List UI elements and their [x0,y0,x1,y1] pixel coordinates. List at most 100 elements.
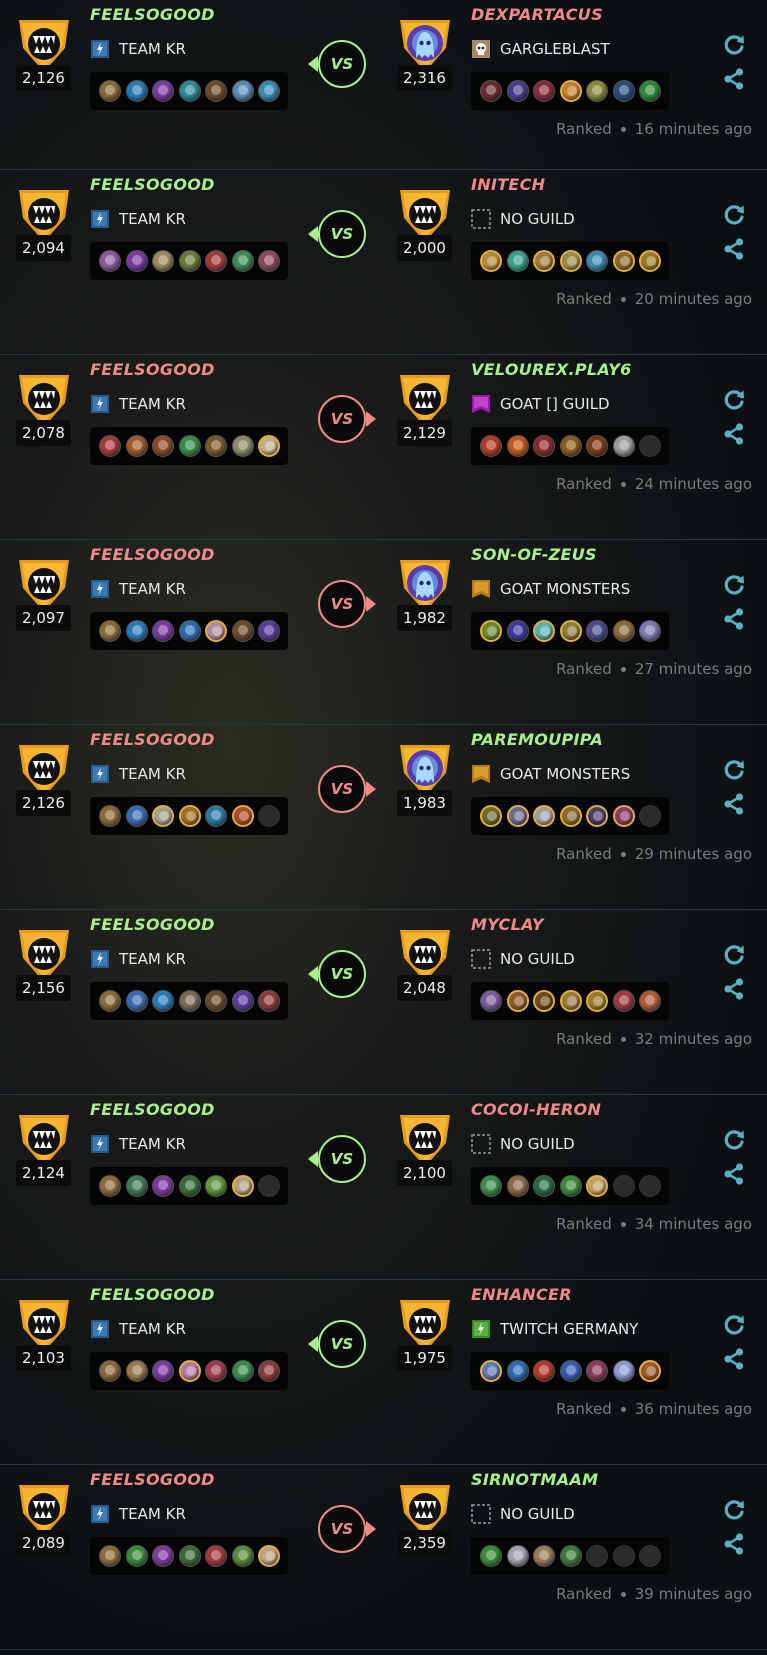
monster-card[interactable] [612,250,635,272]
player-guild[interactable]: TEAM KR [90,209,186,229]
share-icon[interactable] [722,1532,746,1556]
monster-card[interactable] [152,620,174,642]
monster-card[interactable] [205,620,227,642]
monster-card[interactable] [559,620,582,642]
monster-card[interactable] [506,1545,529,1567]
monster-card[interactable] [612,435,635,457]
monster-card[interactable] [639,990,661,1012]
opponent-guild[interactable]: GOAT MONSTERS [471,579,630,599]
monster-card[interactable] [258,1360,280,1382]
monster-card[interactable] [258,435,280,457]
monster-card[interactable] [205,1175,227,1197]
monster-card[interactable] [231,250,254,272]
monster-card[interactable] [586,80,608,102]
monster-card[interactable] [125,1175,148,1197]
monster-card[interactable] [480,1175,502,1197]
share-icon[interactable] [722,1347,746,1371]
monster-card[interactable] [258,990,280,1012]
monster-card[interactable] [258,1545,280,1567]
monster-card[interactable] [639,250,661,272]
monster-card[interactable] [533,1545,555,1567]
battle-row[interactable]: 2,103 FEELSOGOOD TEAM KR VS 1,975 ENHANC… [0,1280,767,1465]
monster-card[interactable] [258,250,280,272]
opponent-guild[interactable]: GOAT MONSTERS [471,764,630,784]
replay-icon[interactable] [722,1498,746,1522]
monster-card[interactable] [612,80,635,102]
monster-card[interactable] [178,620,201,642]
player-guild[interactable]: TEAM KR [90,579,186,599]
opponent-team-cards[interactable] [471,612,669,650]
monster-card[interactable] [205,250,227,272]
monster-card[interactable] [480,1545,502,1567]
monster-card[interactable] [533,620,555,642]
player-team-cards[interactable] [90,72,288,110]
share-icon[interactable] [722,977,746,1001]
player-team-cards[interactable] [90,1352,288,1390]
replay-icon[interactable] [722,943,746,967]
monster-card[interactable] [559,805,582,827]
monster-card[interactable] [99,620,121,642]
opponent-guild[interactable]: NO GUILD [471,1134,575,1154]
replay-icon[interactable] [722,1128,746,1152]
monster-card[interactable] [99,1175,121,1197]
player-team-cards[interactable] [90,612,288,650]
monster-card[interactable] [480,1360,502,1382]
share-icon[interactable] [722,237,746,261]
monster-card[interactable] [205,990,227,1012]
opponent-guild[interactable]: NO GUILD [471,949,575,969]
opponent-team-cards[interactable] [471,1167,669,1205]
monster-card[interactable] [480,990,502,1012]
replay-icon[interactable] [722,573,746,597]
monster-card[interactable] [231,620,254,642]
monster-card[interactable] [231,80,254,102]
monster-card[interactable] [152,80,174,102]
share-icon[interactable] [722,792,746,816]
monster-card[interactable] [506,435,529,457]
player-guild[interactable]: TEAM KR [90,1134,186,1154]
player-guild[interactable]: TEAM KR [90,949,186,969]
player-team-cards[interactable] [90,797,288,835]
monster-card[interactable] [533,1175,555,1197]
monster-card[interactable] [533,990,555,1012]
opponent-guild[interactable]: GOAT [] GUILD [471,394,610,414]
monster-card[interactable] [639,80,661,102]
monster-card[interactable] [559,435,582,457]
player-team-cards[interactable] [90,1167,288,1205]
monster-card[interactable] [231,805,254,827]
monster-card[interactable] [152,1175,174,1197]
player-name[interactable]: FEELSOGOOD [90,1100,215,1119]
monster-card[interactable] [559,1360,582,1382]
share-icon[interactable] [722,607,746,631]
opponent-guild[interactable]: TWITCH GERMANY [471,1319,638,1339]
monster-card[interactable] [152,1360,174,1382]
monster-card[interactable] [586,435,608,457]
monster-card[interactable] [125,1545,148,1567]
opponent-name[interactable]: DEXPARTACUS [471,5,603,24]
monster-card[interactable] [586,250,608,272]
monster-card[interactable] [125,805,148,827]
monster-card[interactable] [125,250,148,272]
monster-card[interactable] [612,990,635,1012]
monster-card[interactable] [639,1360,661,1382]
battle-row[interactable]: 2,126 FEELSOGOOD TEAM KR VS 2,316 DEXPAR… [0,0,767,170]
player-name[interactable]: FEELSOGOOD [90,915,215,934]
battle-row[interactable]: 2,094 FEELSOGOOD TEAM KR VS 2,000 INITEC… [0,170,767,355]
monster-card[interactable] [231,435,254,457]
battle-row[interactable]: 2,089 FEELSOGOOD TEAM KR VS 2,359 SIRNOT… [0,1465,767,1650]
monster-card[interactable] [205,805,227,827]
monster-card[interactable] [559,1175,582,1197]
player-name[interactable]: FEELSOGOOD [90,545,215,564]
monster-card[interactable] [586,620,608,642]
monster-card[interactable] [231,1360,254,1382]
battle-row[interactable]: 2,156 FEELSOGOOD TEAM KR VS 2,048 MYCLAY… [0,910,767,1095]
monster-card[interactable] [480,435,502,457]
monster-card[interactable] [586,1175,608,1197]
monster-card[interactable] [205,1360,227,1382]
monster-card[interactable] [506,990,529,1012]
opponent-name[interactable]: PAREMOUPIPA [471,730,603,749]
opponent-name[interactable]: MYCLAY [471,915,544,934]
monster-card[interactable] [99,1360,121,1382]
opponent-team-cards[interactable] [471,242,669,280]
monster-card[interactable] [231,1175,254,1197]
monster-card[interactable] [99,250,121,272]
